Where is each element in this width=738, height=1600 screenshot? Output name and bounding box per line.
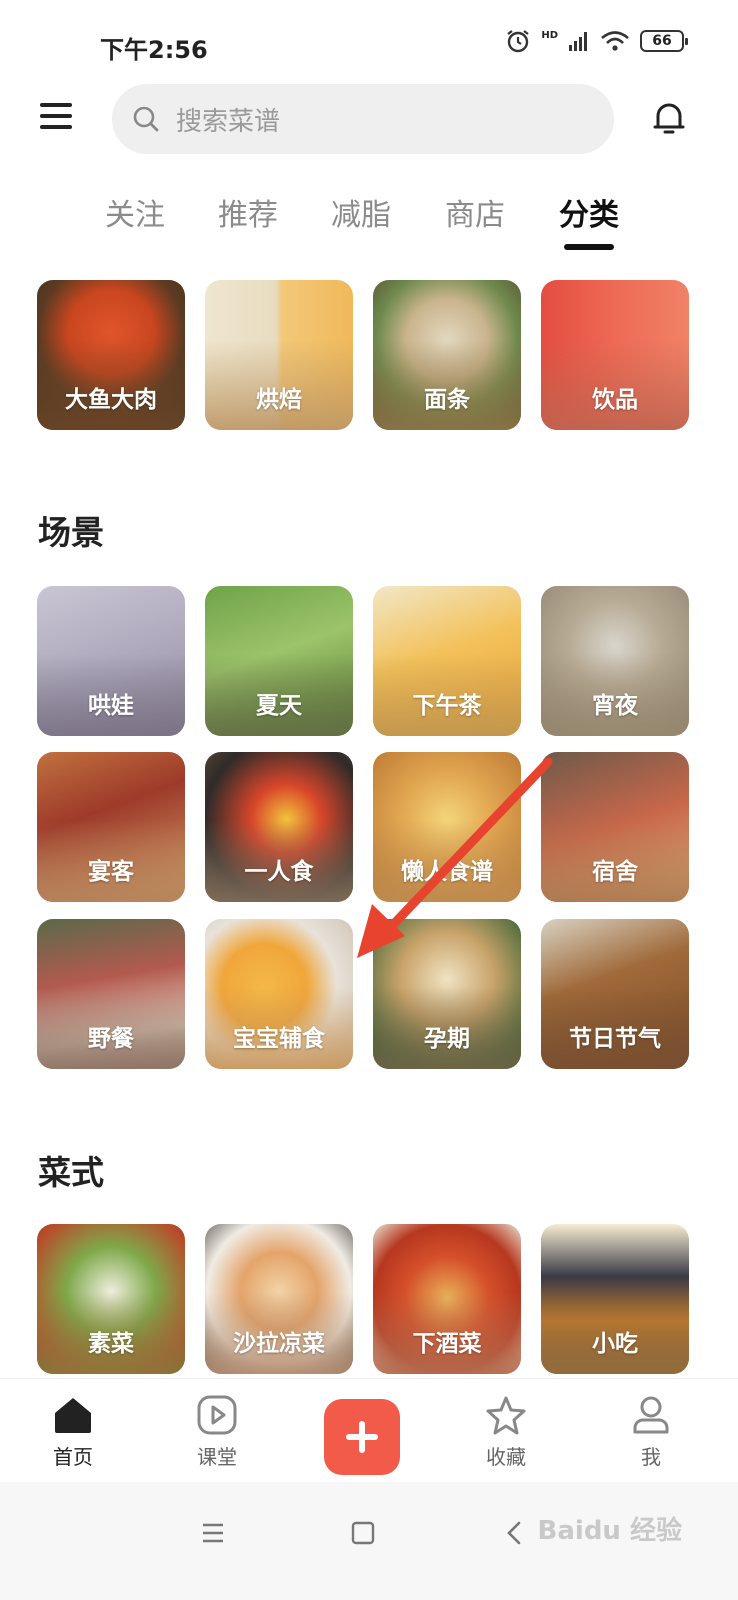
scene-tile[interactable]: 孕期 <box>373 919 521 1069</box>
scene-tile[interactable]: 哄娃 <box>37 586 185 736</box>
tile-label: 下酒菜 <box>412 1331 482 1357</box>
scene-tile[interactable]: 夏天 <box>205 586 353 736</box>
tab-shop[interactable]: 商店 <box>430 190 520 234</box>
tab-recommend[interactable]: 推荐 <box>203 190 293 234</box>
category-tile[interactable]: 烘焙 <box>205 280 353 430</box>
top-tabs: 关注 推荐 减脂 商店 分类 <box>80 190 660 260</box>
bottom-nav: 首页 课堂 收藏 我 <box>0 1378 738 1482</box>
scene-tile[interactable]: 宝宝辅食 <box>205 919 353 1069</box>
section-title-scene: 场景 <box>38 513 104 552</box>
tile-label: 素菜 <box>88 1331 134 1357</box>
scene-tile[interactable]: 懒人食谱 <box>373 752 521 902</box>
search-placeholder: 搜索菜谱 <box>176 106 281 137</box>
tab-category[interactable]: 分类 <box>544 190 634 234</box>
tile-label: 孕期 <box>424 1026 470 1052</box>
tile-label: 哄娃 <box>88 693 134 719</box>
tile-label: 烘焙 <box>256 387 302 413</box>
scene-tile[interactable]: 宿舍 <box>541 752 689 902</box>
style-tile[interactable]: 下酒菜 <box>373 1224 521 1374</box>
wifi-icon <box>601 31 629 51</box>
scene-tile[interactable]: 宵夜 <box>541 586 689 736</box>
tile-label: 宴客 <box>88 859 134 885</box>
recents-icon[interactable] <box>200 1520 226 1546</box>
star-icon <box>486 1396 526 1435</box>
tile-label: 下午茶 <box>412 693 482 719</box>
style-tile[interactable]: 沙拉凉菜 <box>205 1224 353 1374</box>
nav-me-label: 我 <box>641 1445 661 1469</box>
tile-label: 饮品 <box>592 387 638 413</box>
menu-icon[interactable] <box>40 103 72 131</box>
system-nav-bar: Baidu 经验 <box>0 1482 738 1600</box>
nav-home-label: 首页 <box>53 1445 93 1469</box>
category-tile[interactable]: 大鱼大肉 <box>37 280 185 430</box>
tile-label: 小吃 <box>592 1331 638 1357</box>
scene-tile[interactable]: 一人食 <box>205 752 353 902</box>
scene-tile[interactable]: 宴客 <box>37 752 185 902</box>
scene-tile[interactable]: 野餐 <box>37 919 185 1069</box>
tile-label: 野餐 <box>88 1026 134 1052</box>
section-title-style: 菜式 <box>38 1153 104 1192</box>
watermark: Baidu 经验 <box>537 1516 682 1546</box>
status-time: 下午2:56 <box>100 36 208 64</box>
tile-label: 一人食 <box>244 859 314 885</box>
style-tile[interactable]: 小吃 <box>541 1224 689 1374</box>
signal-icon <box>569 32 587 51</box>
bell-icon[interactable] <box>652 100 686 136</box>
nav-favorites[interactable]: 收藏 <box>461 1395 551 1470</box>
app-screen: 下午2:56 HD 66 搜索菜谱 关注 推荐 减脂 商店 分类 大鱼大肉 烘焙… <box>0 0 738 1600</box>
tile-label: 宿舍 <box>592 859 638 885</box>
search-icon <box>133 106 159 132</box>
add-recipe-button[interactable] <box>324 1399 400 1475</box>
tile-label: 大鱼大肉 <box>65 387 157 413</box>
tab-fat-loss[interactable]: 减脂 <box>316 190 406 234</box>
nav-home[interactable]: 首页 <box>28 1395 118 1470</box>
tile-label: 沙拉凉菜 <box>233 1331 325 1357</box>
active-tab-indicator <box>564 244 614 250</box>
back-icon[interactable] <box>502 1520 528 1546</box>
alarm-icon <box>507 30 529 53</box>
nav-me[interactable]: 我 <box>606 1395 696 1470</box>
style-tile[interactable]: 素菜 <box>37 1224 185 1374</box>
search-input[interactable]: 搜索菜谱 <box>112 84 614 154</box>
plus-icon <box>346 1421 378 1453</box>
tab-follow[interactable]: 关注 <box>90 190 180 234</box>
battery-icon: 66 <box>640 30 688 52</box>
tile-label: 懒人食谱 <box>401 859 493 885</box>
scene-tile[interactable]: 节日节气 <box>541 919 689 1069</box>
category-tile[interactable]: 面条 <box>373 280 521 430</box>
status-icons: HD 66 <box>505 28 688 54</box>
scene-tile[interactable]: 下午茶 <box>373 586 521 736</box>
network-type: HD <box>541 29 558 41</box>
tile-label: 宝宝辅食 <box>233 1026 325 1052</box>
tile-label: 宵夜 <box>592 693 638 719</box>
nav-favorites-label: 收藏 <box>486 1445 526 1469</box>
person-icon <box>633 1396 669 1434</box>
tile-label: 夏天 <box>256 693 302 719</box>
tile-label: 节日节气 <box>569 1026 661 1052</box>
nav-classroom[interactable]: 课堂 <box>172 1395 262 1470</box>
nav-classroom-label: 课堂 <box>197 1445 237 1469</box>
category-tile[interactable]: 饮品 <box>541 280 689 430</box>
home-system-icon[interactable] <box>350 1520 376 1546</box>
tile-label: 面条 <box>424 387 470 413</box>
play-icon <box>197 1395 237 1435</box>
home-icon <box>55 1398 91 1433</box>
status-bar: 下午2:56 HD 66 <box>0 0 738 90</box>
